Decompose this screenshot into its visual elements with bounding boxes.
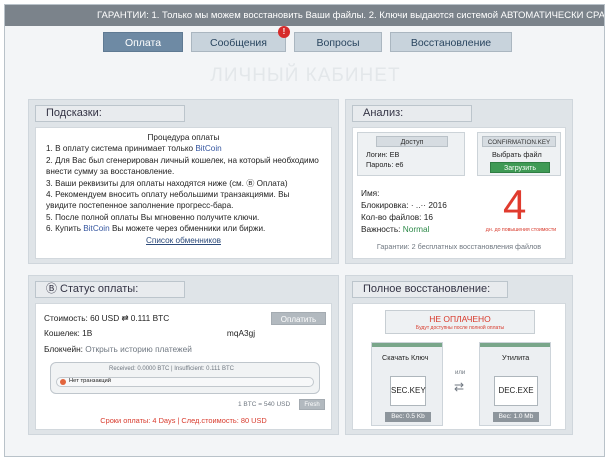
wallet-address-end[interactable]: mqA3gj: [227, 328, 255, 338]
dec-exe-button[interactable]: DEC.EXE: [494, 376, 538, 406]
payment-terms: Сроки оплаты: 4 Days | След.стоимость: 8…: [100, 416, 267, 425]
analysis-panel: Анализ: Доступ Логин: ЕВ Пароль: е6 CONF…: [345, 99, 573, 264]
blockchain-history-link[interactable]: Открыть историю платежей: [85, 344, 192, 354]
guarantee-ticker: ГАРАНТИИ: 1. Только мы можем восстановит…: [5, 5, 604, 26]
ransom-window: ГАРАНТИИ: 1. Только мы можем восстановит…: [4, 4, 605, 457]
password-text: Пароль: е6: [366, 160, 404, 169]
blockchain-label: Блокчейн:: [44, 344, 86, 354]
hint-line-3: 3. Ваши реквизиты для оплаты находятся н…: [46, 178, 288, 188]
hint-6c-text: Вы можете через обменники или биржи.: [109, 224, 266, 234]
recovery-panel: Полное восстановление: НЕ ОПЛАЧЕНО Будут…: [345, 275, 573, 435]
swap-icon: ⇄: [454, 380, 465, 394]
hint-6a-text: 6. Купить: [46, 224, 84, 234]
access-box: Доступ Логин: ЕВ Пароль: е6: [357, 132, 465, 176]
sec-key-size: Вес: 0.5 Kb: [385, 412, 431, 422]
no-transactions-text: Нет транзакций: [69, 378, 112, 384]
progress-indicator: [60, 379, 66, 385]
upload-button[interactable]: Загрузить: [490, 162, 550, 173]
importance-row: Важность: Normal: [361, 224, 430, 234]
bitcoin-text: BitCoin: [195, 144, 222, 154]
confirmation-key-button[interactable]: CONFIRMATION.KEY: [482, 136, 556, 147]
or-label: или: [455, 370, 466, 376]
page-title: ЛИЧНЫЙ КАБИНЕТ: [210, 65, 401, 86]
not-paid-banner: НЕ ОПЛАЧЕНО Будут доступны после полной …: [385, 310, 535, 334]
hints-panel: Подсказки: Процедура оплаты 1. В оплату …: [28, 99, 339, 264]
login-text: Логин: ЕВ: [366, 150, 400, 159]
main-nav: Оплата Сообщения ! Вопросы Восстановлени…: [103, 26, 512, 52]
notification-badge: !: [278, 26, 290, 38]
wallet-row: Кошелек: 1B mqA3gj: [44, 328, 255, 338]
recovery-header: Полное восстановление:: [352, 281, 508, 298]
hint-line-2: 2. Для Вас был сгенерирован личный кошел…: [46, 155, 319, 177]
importance-label: Важность:: [361, 224, 403, 234]
guarantee-text: Гарантии: 2 бесплатных восстановления фа…: [376, 242, 542, 251]
dec-exe-size: Вес: 1.0 Mb: [493, 412, 539, 422]
hint-1-text: 1. В оплату система принимает только: [46, 144, 196, 154]
payment-header: Ⓑ Статус оплаты:: [35, 281, 185, 298]
hint-line-6: 6. Купить BitCoin Вы можете через обменн…: [46, 223, 321, 234]
not-paid-subtext: Будут доступны после полной оплаты: [415, 325, 505, 331]
download-key-label: Скачать Ключ: [382, 353, 429, 362]
choose-file-button[interactable]: Выбрать файл: [492, 150, 542, 159]
name-text: Имя:: [361, 188, 380, 198]
analysis-header: Анализ:: [352, 105, 472, 122]
pay-button[interactable]: Оплатить: [271, 312, 326, 325]
not-paid-text: НЕ ОПЛАЧЕНО: [429, 314, 491, 324]
wallet-label: Кошелек: 1B: [44, 328, 93, 338]
hints-header: Подсказки:: [35, 105, 185, 122]
blocking-text: Блокировка: · ..·· 2016: [361, 200, 447, 210]
tab-payment[interactable]: Оплата: [103, 32, 183, 52]
exchangers-link[interactable]: Список обменников: [46, 235, 321, 246]
files-count-text: Кол-во файлов: 16: [361, 212, 433, 222]
importance-value: Normal: [402, 224, 430, 234]
hints-body: Процедура оплаты 1. В оплату система при…: [35, 127, 332, 259]
confirmation-box: CONFIRMATION.KEY Выбрать файл Загрузить: [477, 132, 561, 176]
bitcoin-text-2: BitCoin: [83, 224, 110, 234]
recovery-body: НЕ ОПЛАЧЕНО Будут доступны после полной …: [352, 303, 566, 430]
payment-body: Стоимость: 60 USD ⇄ 0.111 BTC Оплатить К…: [35, 303, 332, 430]
payment-status-panel: Ⓑ Статус оплаты: Стоимость: 60 USD ⇄ 0.1…: [28, 275, 339, 435]
access-button[interactable]: Доступ: [376, 136, 448, 147]
days-note: дн. до повышения стоимости: [485, 227, 557, 233]
btc-rate-text: 1 BTC = 540 USD: [238, 401, 291, 408]
tab-recovery[interactable]: Восстановление: [390, 32, 512, 52]
utility-column: Утилита DEC.EXE Вес: 1.0 Mb: [479, 342, 551, 426]
analysis-body: Доступ Логин: ЕВ Пароль: е6 CONFIRMATION…: [352, 127, 566, 259]
progress-container: Received: 0.0000 BTC | Insufficient: 0.1…: [50, 362, 320, 394]
days-counter: 4: [503, 181, 527, 228]
refresh-button[interactable]: Fresh: [299, 399, 325, 410]
progress-bar: Нет транзакций: [56, 377, 314, 387]
sec-key-button[interactable]: SEC.KEY: [390, 376, 426, 406]
received-text: Received: 0.0000 BTC | Insufficient: 0.1…: [109, 366, 234, 372]
blockchain-row: Блокчейн: Открыть историю платежей: [44, 344, 192, 354]
hints-title: Процедура оплаты: [147, 133, 220, 142]
utility-label: Утилита: [502, 353, 530, 362]
key-column: Скачать Ключ SEC.KEY Вес: 0.5 Kb: [371, 342, 443, 426]
tab-questions[interactable]: Вопросы: [294, 32, 382, 52]
cost-text: Стоимость: 60 USD ⇄ 0.111 BTC: [44, 313, 170, 323]
hint-line-4: 4. Рекомендуем вносить оплату небольшими…: [46, 190, 290, 211]
tab-messages-label: Сообщения: [210, 37, 267, 49]
hint-line-5: 5. После полной оплаты Вы мгновенно полу…: [46, 212, 260, 222]
key-column-accent: [372, 343, 442, 347]
tab-messages[interactable]: Сообщения !: [191, 26, 290, 52]
utility-column-accent: [480, 343, 550, 347]
hint-line-1: 1. В оплату система принимает только Bit…: [46, 143, 321, 154]
